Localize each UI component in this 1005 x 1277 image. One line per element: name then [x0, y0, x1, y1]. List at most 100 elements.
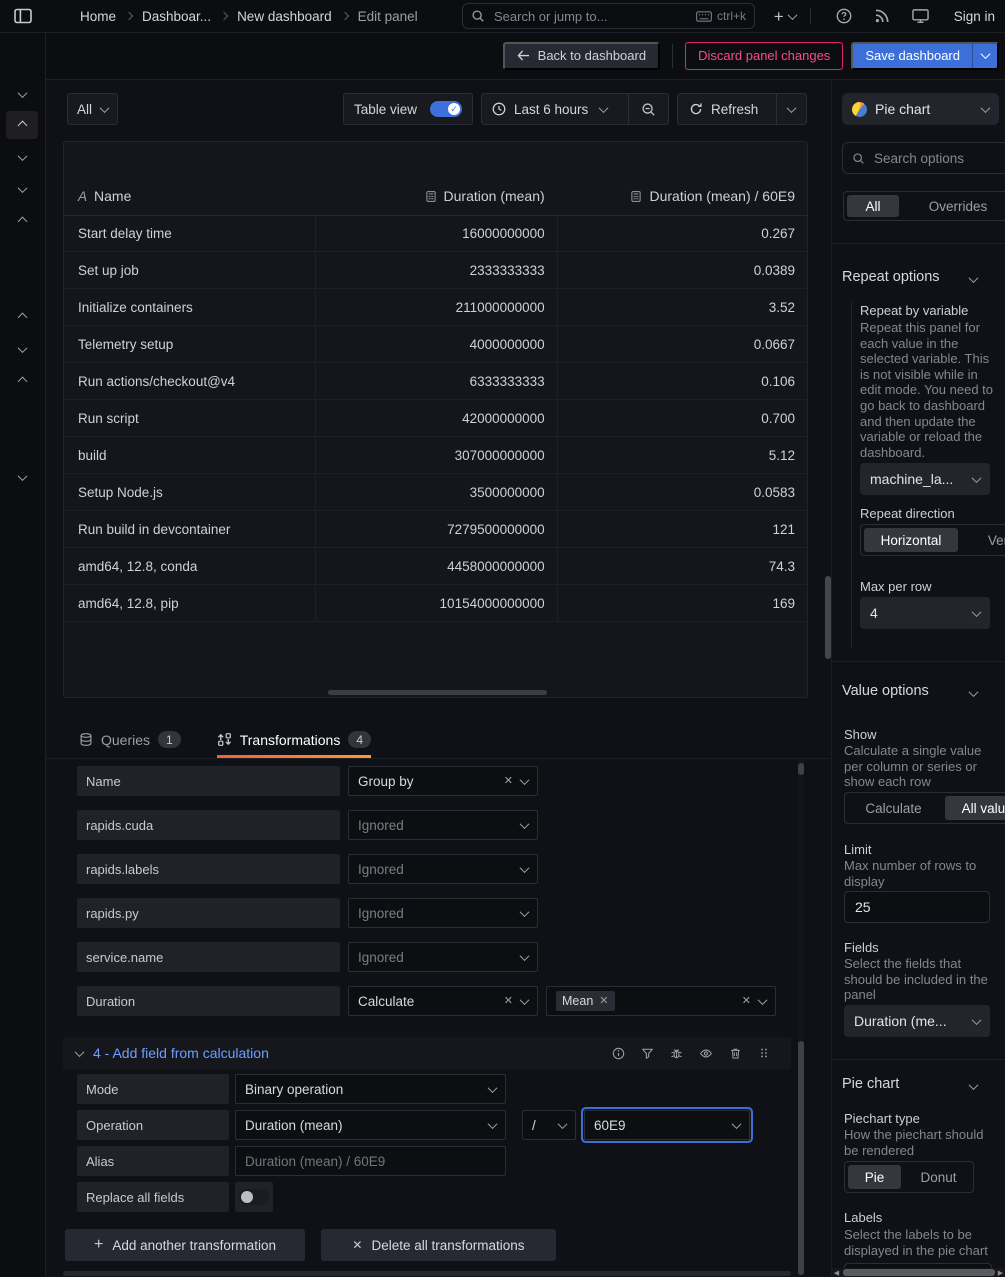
replace-all-fields-label: Replace all fields — [77, 1182, 229, 1212]
topnav-actions: + Sign in — [774, 0, 995, 32]
clear-icon[interactable]: ✕ — [504, 776, 513, 787]
news-rss-icon[interactable] — [874, 8, 890, 24]
replace-all-fields-toggle[interactable] — [239, 1189, 269, 1205]
limit-input[interactable] — [844, 891, 990, 923]
right-operand-select[interactable]: 60E9 — [584, 1110, 750, 1140]
zoom-out-button[interactable] — [629, 94, 668, 124]
breadcrumb-item[interactable]: Home — [80, 9, 116, 24]
add-transformation-button[interactable]: + Add another transformation — [65, 1229, 305, 1261]
direction-vertical[interactable]: Vertical — [961, 525, 1005, 555]
max-per-row-select[interactable]: 4 — [860, 597, 990, 629]
save-dashboard-button[interactable]: Save dashboard — [851, 42, 999, 70]
table-cell: Run actions/checkout@v4 — [64, 363, 315, 399]
table-horizontal-scrollbar[interactable] — [328, 690, 547, 695]
new-menu-button[interactable]: + — [774, 8, 796, 25]
show-all-values[interactable]: All values — [945, 796, 1005, 820]
save-options-caret[interactable] — [972, 44, 997, 68]
refresh-button[interactable]: Refresh — [678, 94, 776, 124]
clear-icon[interactable]: ✕ — [742, 996, 751, 1007]
field-transform-select[interactable]: Ignored — [348, 898, 538, 928]
transformations-scrollbar-track[interactable] — [798, 759, 804, 1277]
chevron-down-icon — [520, 819, 530, 829]
transformation-title[interactable]: 4 - Add field from calculation — [93, 1045, 269, 1061]
field-transform-select[interactable]: Calculate✕ — [348, 986, 538, 1016]
scrollbar-thumb[interactable] — [798, 763, 804, 775]
table-panel: ANameDuration (mean)Duration (mean) / 60… — [63, 141, 808, 698]
options-search[interactable] — [842, 142, 1005, 174]
back-to-dashboard-button[interactable]: Back to dashboard — [503, 42, 660, 70]
rail-item[interactable] — [6, 207, 38, 235]
field-transform-select[interactable]: Ignored — [348, 810, 538, 840]
drag-handle-icon[interactable] — [758, 1046, 770, 1060]
aggregation-multiselect[interactable]: Mean✕✕ — [546, 986, 776, 1016]
remove-tag-icon[interactable]: ✕ — [599, 996, 608, 1007]
tab-overrides[interactable]: Overrides — [902, 192, 1005, 220]
tab-queries[interactable]: Queries 1 — [79, 721, 181, 758]
delete-all-transformations-button[interactable]: ✕ Delete all transformations — [321, 1229, 556, 1261]
help-icon[interactable] — [836, 8, 852, 24]
mode-select[interactable]: Binary operation — [235, 1074, 506, 1104]
sign-in-link[interactable]: Sign in — [954, 9, 995, 24]
left-operand-select[interactable]: Duration (mean) — [235, 1110, 506, 1140]
operator-select[interactable]: / — [522, 1110, 576, 1140]
breadcrumb-item[interactable]: Edit panel — [358, 9, 418, 24]
variable-dropdown[interactable]: All — [67, 93, 118, 125]
scroll-left-arrow[interactable]: ◀ — [832, 1269, 841, 1277]
options-search-input[interactable] — [872, 150, 1004, 167]
table-cell: Telemetry setup — [64, 326, 315, 362]
monitor-icon[interactable] — [912, 8, 929, 24]
direction-horizontal[interactable]: Horizontal — [864, 528, 958, 552]
breadcrumb-item[interactable]: New dashboard — [237, 9, 332, 24]
rail-item[interactable] — [6, 143, 38, 171]
rail-item[interactable] — [6, 367, 38, 395]
keyboard-icon — [696, 11, 712, 22]
collapse-icon[interactable] — [75, 1047, 85, 1057]
field-transform-select[interactable]: Ignored — [348, 854, 538, 884]
pie-chart-options-header[interactable]: Pie chart — [842, 1076, 1005, 1098]
fields-select[interactable]: Duration (me... — [844, 1005, 990, 1037]
show-calculate[interactable]: Calculate — [845, 793, 942, 823]
filter-icon[interactable] — [641, 1047, 654, 1060]
scroll-right-arrow[interactable]: ▶ — [996, 1269, 1005, 1277]
visualization-picker[interactable]: Pie chart — [842, 93, 999, 125]
discard-panel-changes-button[interactable]: Discard panel changes — [685, 42, 843, 70]
refresh-interval-caret[interactable] — [777, 94, 806, 124]
zoom-out-icon — [641, 102, 656, 117]
rail-item[interactable] — [6, 303, 38, 331]
field-transform-select[interactable]: Group by✕ — [348, 766, 538, 796]
value-options-header[interactable]: Value options — [842, 683, 1005, 705]
scrollbar-thumb[interactable] — [798, 1041, 804, 1275]
time-range-picker[interactable]: Last 6 hours — [482, 94, 628, 124]
rail-item[interactable] — [6, 80, 38, 108]
rail-item[interactable] — [6, 335, 38, 363]
info-icon[interactable] — [612, 1047, 625, 1060]
eye-icon[interactable] — [699, 1047, 713, 1060]
options-horizontal-scrollbar[interactable]: ◀ ▶ — [832, 1268, 1005, 1277]
column-header[interactable]: AName — [64, 177, 315, 215]
type-donut[interactable]: Donut — [904, 1162, 973, 1192]
column-header[interactable]: Duration (mean) — [315, 177, 556, 215]
chevron-down-icon — [520, 951, 530, 961]
rail-item[interactable] — [6, 111, 38, 139]
bug-icon[interactable] — [670, 1047, 683, 1060]
type-pie[interactable]: Pie — [848, 1165, 901, 1189]
tab-all[interactable]: All — [847, 195, 899, 217]
rail-item[interactable] — [6, 175, 38, 203]
repeat-variable-select[interactable]: machine_la... — [860, 463, 990, 495]
column-header[interactable]: Duration (mean) / 60E9 — [557, 177, 807, 215]
trash-icon[interactable] — [729, 1047, 742, 1060]
repeat-options-header[interactable]: Repeat options — [842, 269, 1005, 291]
table-view-toggle[interactable]: ✓ — [430, 101, 462, 117]
rail-item[interactable] — [6, 463, 38, 491]
search-input[interactable] — [492, 8, 689, 25]
tab-transformations[interactable]: Transformations 4 — [217, 721, 371, 758]
alias-input[interactable] — [235, 1146, 506, 1176]
transformations-horizontal-scrollbar[interactable] — [63, 1271, 791, 1276]
global-search[interactable]: ctrl+k — [462, 3, 755, 29]
sidebar-toggle-icon[interactable] — [14, 7, 34, 25]
breadcrumb-item[interactable]: Dashboar... — [142, 9, 211, 24]
field-transform-select[interactable]: Ignored — [348, 942, 538, 972]
scrollbar-thumb[interactable] — [843, 1269, 995, 1276]
clear-icon[interactable]: ✕ — [504, 996, 513, 1007]
transformations-pane: NameGroup by✕rapids.cudaIgnoredrapids.la… — [46, 759, 830, 1277]
